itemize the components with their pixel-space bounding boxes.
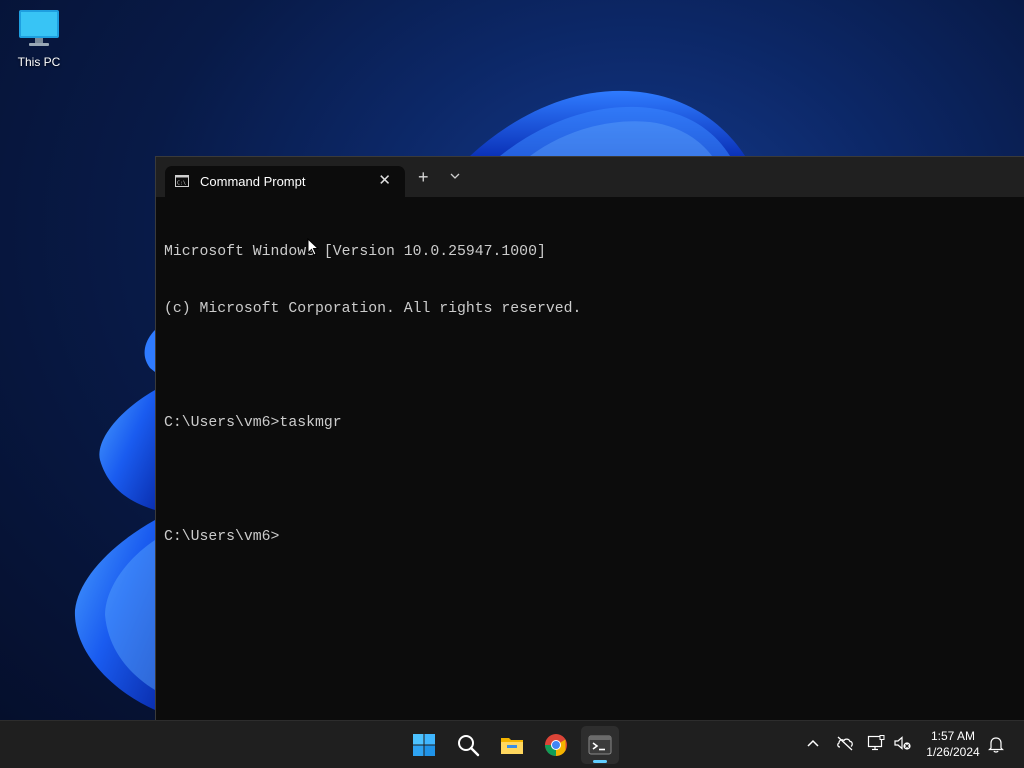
- taskbar: 1:57 AM 1/26/2024: [0, 720, 1024, 768]
- command-prompt-window[interactable]: C:\ Command Prompt ✕ + Microsoft Windows…: [155, 156, 1024, 720]
- speaker-muted-icon[interactable]: [894, 735, 912, 751]
- taskbar-clock[interactable]: 1:57 AM 1/26/2024: [920, 728, 986, 760]
- file-explorer-icon: [501, 738, 523, 754]
- tab-command-prompt[interactable]: C:\ Command Prompt ✕: [165, 166, 405, 197]
- desktop-icon-this-pc[interactable]: This PC: [10, 8, 68, 69]
- network-icon[interactable]: [867, 735, 885, 751]
- console-line: (c) Microsoft Corporation. All rights re…: [164, 301, 582, 317]
- start-icon: [413, 734, 435, 756]
- start-button[interactable]: [405, 726, 443, 764]
- new-tab-button[interactable]: +: [418, 168, 429, 186]
- console-output[interactable]: Microsoft Windows [Version 10.0.25947.10…: [164, 205, 1024, 585]
- clock-time: 1:57 AM: [930, 729, 976, 743]
- chevron-up-icon[interactable]: [806, 738, 820, 748]
- title-bar[interactable]: C:\ Command Prompt ✕ +: [156, 157, 1024, 197]
- terminal-button[interactable]: [581, 726, 619, 764]
- active-app-indicator: [593, 760, 607, 763]
- search-icon: [458, 735, 480, 757]
- cloud-offline-icon[interactable]: [836, 735, 854, 751]
- clock-date: 1/26/2024: [926, 745, 980, 759]
- desktop-icon-label: This PC: [17, 55, 61, 69]
- bell-icon[interactable]: [988, 736, 1004, 753]
- monitor-icon: [19, 10, 59, 46]
- svg-text:C:\: C:\: [177, 181, 186, 187]
- chrome-button[interactable]: [537, 726, 575, 764]
- tab-title: Command Prompt: [200, 174, 306, 189]
- terminal-icon: [588, 735, 612, 755]
- search-button[interactable]: [449, 726, 487, 764]
- cmd-icon: C:\: [175, 175, 189, 187]
- console-prompt-line[interactable]: C:\Users\vm6>: [164, 528, 1024, 547]
- console-line: C:\Users\vm6>taskmgr: [164, 415, 342, 431]
- mouse-cursor-icon: [307, 238, 319, 256]
- chrome-icon: [545, 734, 567, 756]
- close-tab-icon[interactable]: ✕: [378, 171, 391, 189]
- file-explorer-button[interactable]: [493, 726, 531, 764]
- chevron-down-icon[interactable]: [450, 172, 460, 180]
- console-line: Microsoft Windows [Version 10.0.25947.10…: [164, 244, 546, 260]
